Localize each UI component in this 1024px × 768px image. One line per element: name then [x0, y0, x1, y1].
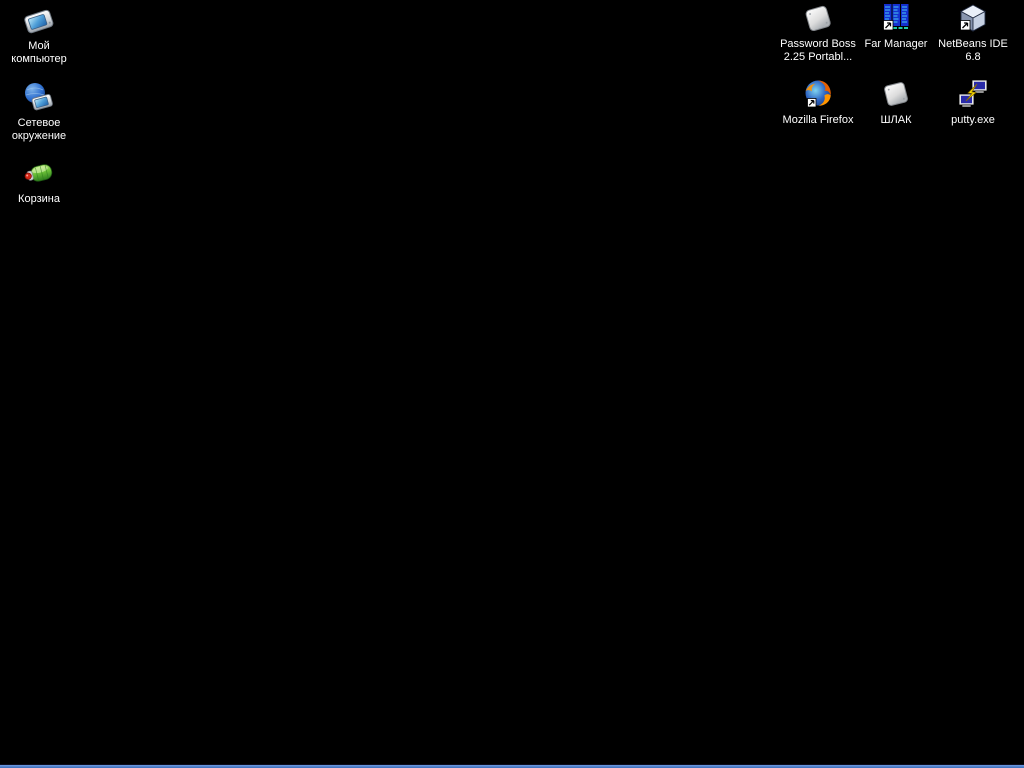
desktop-icon-shlak[interactable]: ШЛАК: [856, 78, 936, 127]
generic-box-icon: [880, 78, 912, 110]
far-manager-icon: [880, 2, 912, 34]
desktop-icon-firefox[interactable]: Mozilla Firefox: [778, 78, 858, 127]
desktop-icon-my-computer[interactable]: Мой компьютер: [0, 4, 79, 66]
desktop-icon-recycle-bin[interactable]: Корзина: [0, 157, 79, 206]
desktop-icon-far-manager[interactable]: Far Manager: [856, 2, 936, 51]
netbeans-icon: [957, 2, 989, 34]
shortcut-arrow-overlay: [808, 99, 817, 108]
icon-label: Сетевое окружение: [12, 117, 66, 143]
password-boss-icon: [802, 2, 834, 34]
icon-label: Корзина: [18, 193, 60, 206]
desktop-icon-password-boss[interactable]: Password Boss 2.25 Portabl...: [778, 2, 858, 64]
shortcut-arrow-overlay: [884, 21, 894, 31]
icon-label: ШЛАК: [880, 114, 911, 127]
desktop-icon-netbeans[interactable]: NetBeans IDE 6.8: [933, 2, 1013, 64]
icon-label: Мой компьютер: [11, 40, 66, 66]
icon-label: Password Boss 2.25 Portabl...: [780, 38, 856, 64]
firefox-icon: [802, 78, 834, 110]
recycle-bin-icon: [23, 157, 55, 189]
icon-label: NetBeans IDE 6.8: [938, 38, 1008, 64]
shortcut-arrow-overlay: [961, 21, 971, 31]
network-places-icon: [23, 81, 55, 113]
desktop-icon-network-places[interactable]: Сетевое окружение: [0, 81, 79, 143]
my-computer-icon: [23, 4, 55, 36]
putty-icon: [957, 78, 989, 110]
icon-label: Far Manager: [865, 38, 928, 51]
desktop[interactable]: Мой компьютер Сетевое окружение: [0, 0, 1024, 765]
icon-label: Mozilla Firefox: [783, 114, 854, 127]
icon-label: putty.exe: [951, 114, 995, 127]
desktop-icon-putty[interactable]: putty.exe: [933, 78, 1013, 127]
